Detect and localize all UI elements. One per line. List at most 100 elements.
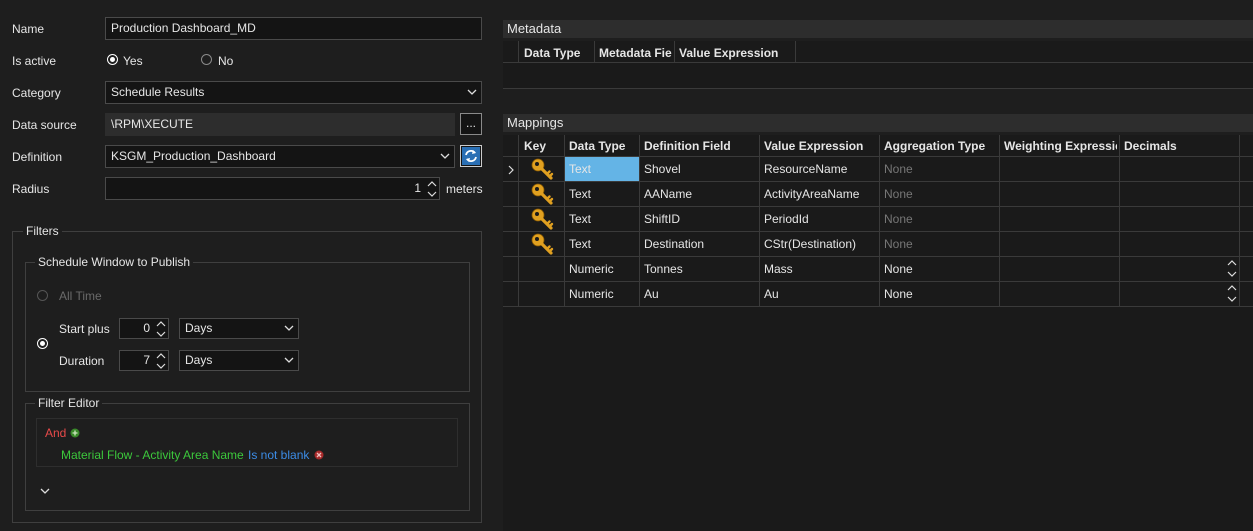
mappings-header: Mappings: [503, 114, 1253, 132]
mappings-cell-definition-field[interactable]: ShiftID: [644, 212, 680, 226]
category-select[interactable]: Schedule Results: [105, 81, 482, 104]
decimals-spinner-icon[interactable]: [1227, 259, 1237, 282]
mappings-cell-data-type[interactable]: Text: [569, 237, 591, 251]
duration-unit: Days: [185, 353, 213, 367]
data-source-input[interactable]: \RPM\XECUTE: [105, 113, 455, 136]
is-active-label: Is active: [12, 54, 57, 68]
spinner-icon[interactable]: [156, 320, 166, 338]
chevron-down-icon: [284, 351, 294, 370]
mappings-cell-value-expression[interactable]: Mass: [764, 262, 793, 276]
metadata-col-metadata-field[interactable]: Metadata Fie: [599, 46, 672, 60]
category-label: Category: [12, 86, 61, 100]
mappings-col-aggregation-type[interactable]: Aggregation Type: [884, 139, 997, 153]
mappings-col-value-expression[interactable]: Value Expression: [764, 139, 877, 153]
radius-stepper[interactable]: 1: [105, 177, 440, 200]
mappings-col-decimals[interactable]: Decimals: [1124, 139, 1237, 153]
metadata-bottom-divider: [503, 88, 1253, 89]
all-time-radio[interactable]: [37, 290, 48, 301]
name-input[interactable]: Production Dashboard_MD: [105, 17, 482, 40]
mappings-cell-definition-field[interactable]: AAName: [644, 187, 692, 201]
mappings-cell-aggregation-type[interactable]: None: [884, 287, 913, 301]
duration-unit-select[interactable]: Days: [179, 350, 299, 371]
definition-value: KSGM_Production_Dashboard: [111, 149, 276, 163]
metadata-col-value-expression[interactable]: Value Expression: [679, 46, 793, 60]
chevron-down-icon: [467, 82, 477, 103]
add-condition-icon[interactable]: [70, 427, 80, 441]
mappings-cell-definition-field[interactable]: Shovel: [644, 162, 681, 176]
mappings-cell-definition-field[interactable]: Destination: [644, 237, 704, 251]
mappings-cell-value-expression[interactable]: CStr(Destination): [764, 237, 856, 251]
mappings-cell-definition-field[interactable]: Tonnes: [644, 262, 683, 276]
duration-label: Duration: [59, 354, 105, 368]
metadata-col-divider: [518, 41, 519, 62]
duration-value: 7: [143, 353, 150, 367]
mappings-col-definition-field[interactable]: Definition Field: [644, 139, 757, 153]
mappings-cell-data-type[interactable]: Numeric: [569, 262, 614, 276]
refresh-button[interactable]: [460, 145, 482, 167]
mappings-cell-data-type[interactable]: Text: [569, 212, 591, 226]
chevron-down-icon: [284, 319, 294, 338]
metadata-col-data-type[interactable]: Data Type: [524, 46, 592, 60]
mappings-cell-aggregation-type[interactable]: None: [884, 162, 913, 176]
table-row[interactable]: Text Shovel ResourceName None: [503, 156, 1253, 181]
key-icon: [530, 207, 554, 234]
active-yes-label: Yes: [123, 54, 143, 68]
start-plus-unit-select[interactable]: Days: [179, 318, 299, 339]
mappings-col-weighting-expression[interactable]: Weighting Expressic: [1004, 139, 1117, 153]
duration-stepper[interactable]: 7: [119, 350, 169, 371]
radius-label: Radius: [12, 182, 50, 196]
start-plus-label: Start plus: [59, 322, 110, 336]
metadata-col-divider: [674, 41, 675, 62]
active-no-radio[interactable]: [201, 54, 212, 65]
data-source-label: Data source: [12, 118, 77, 132]
radius-value: 1: [414, 181, 421, 195]
filter-condition[interactable]: Is not blank: [248, 448, 309, 462]
mappings-cell-aggregation-type[interactable]: None: [884, 187, 913, 201]
mappings-col-data-type[interactable]: Data Type: [569, 139, 637, 153]
custom-window-radio[interactable]: [37, 338, 48, 349]
spinner-icon[interactable]: [156, 352, 166, 370]
mappings-cell-aggregation-type[interactable]: None: [884, 262, 913, 276]
filter-field[interactable]: Material Flow - Activity Area Name: [61, 448, 244, 462]
key-icon: [530, 157, 554, 184]
start-plus-stepper[interactable]: 0: [119, 318, 169, 339]
mappings-cell-aggregation-type[interactable]: None: [884, 212, 913, 226]
mappings-col-key[interactable]: Key: [524, 139, 564, 153]
table-row[interactable]: Text ShiftID PeriodId None: [503, 206, 1253, 231]
metadata-col-divider: [594, 41, 595, 62]
key-icon: [530, 232, 554, 259]
key-icon: [530, 182, 554, 209]
name-label: Name: [12, 22, 45, 36]
row-indicator-icon: [508, 164, 514, 178]
filters-title: Filters: [23, 224, 62, 238]
remove-condition-icon[interactable]: [314, 449, 324, 463]
filter-editor-title: Filter Editor: [35, 396, 103, 410]
chevron-down-icon[interactable]: [40, 484, 50, 498]
spinner-icon[interactable]: [427, 180, 437, 198]
mappings-cell-value-expression[interactable]: PeriodId: [764, 212, 809, 226]
filter-operator[interactable]: And: [45, 426, 66, 440]
table-row[interactable]: Numeric Au Au None: [503, 281, 1253, 306]
mappings-cell-data-type[interactable]: Text: [569, 187, 591, 201]
start-plus-value: 0: [143, 321, 150, 335]
mappings-cell-data-type[interactable]: Numeric: [569, 287, 614, 301]
mappings-cell-aggregation-type[interactable]: None: [884, 237, 913, 251]
table-row[interactable]: Numeric Tonnes Mass None: [503, 256, 1253, 281]
definition-select[interactable]: KSGM_Production_Dashboard: [105, 145, 455, 168]
decimals-spinner-icon[interactable]: [1227, 284, 1237, 307]
schedule-window-title: Schedule Window to Publish: [35, 255, 194, 269]
active-yes-radio[interactable]: [107, 54, 118, 65]
browse-button[interactable]: ...: [460, 113, 482, 135]
mappings-row-divider: [503, 306, 1253, 307]
mappings-cell-value-expression[interactable]: Au: [764, 287, 779, 301]
mappings-cell-data-type[interactable]: Text: [569, 162, 591, 176]
mappings-cell-value-expression[interactable]: ResourceName: [764, 162, 847, 176]
mappings-cell-value-expression[interactable]: ActivityAreaName: [764, 187, 859, 201]
table-row[interactable]: Text Destination CStr(Destination) None: [503, 231, 1253, 256]
mappings-cell-definition-field[interactable]: Au: [644, 287, 659, 301]
active-no-label: No: [218, 54, 234, 68]
metadata-header-divider: [503, 62, 1253, 63]
table-row[interactable]: Text AAName ActivityAreaName None: [503, 181, 1253, 206]
metadata-header: Metadata: [503, 20, 1253, 38]
category-value: Schedule Results: [111, 85, 205, 99]
